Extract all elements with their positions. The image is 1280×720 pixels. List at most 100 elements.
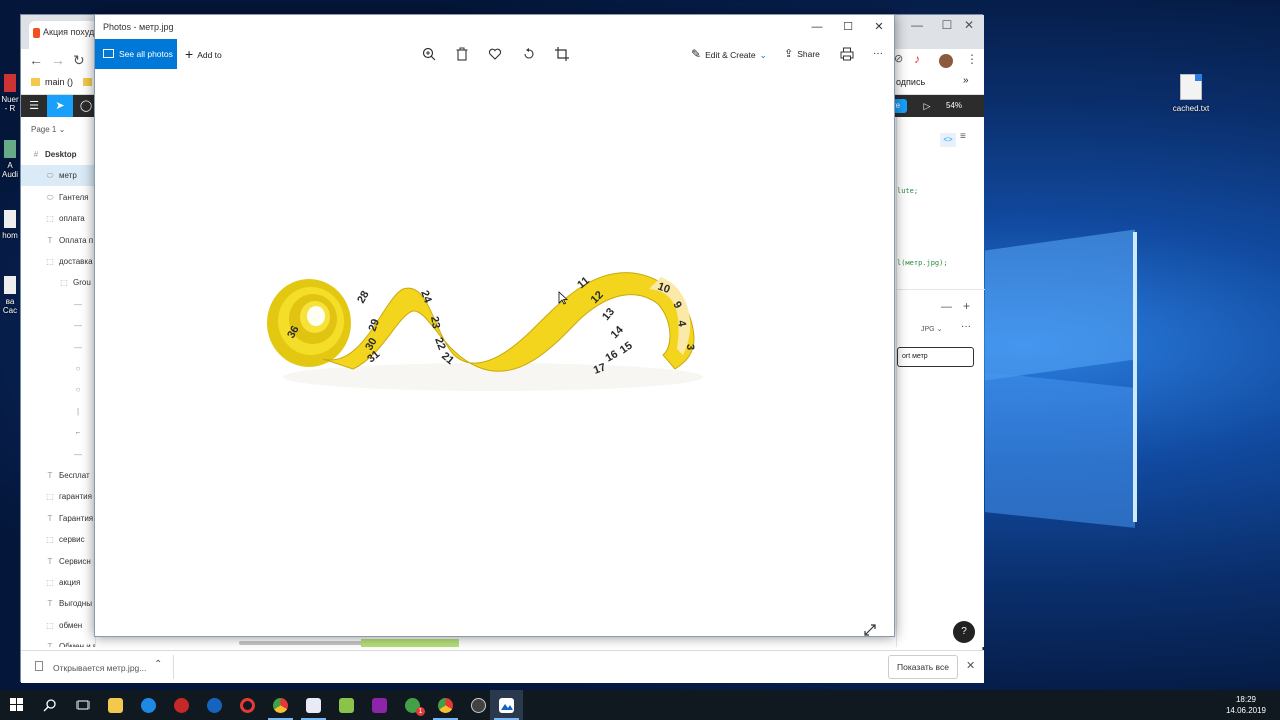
delete-icon[interactable]	[454, 46, 470, 62]
maximize-icon[interactable]: ☐	[832, 15, 864, 39]
start-button[interactable]	[0, 690, 33, 720]
download-item[interactable]: Открывается метр.jpg...	[53, 663, 146, 673]
code-view-icon[interactable]: <>	[940, 133, 956, 147]
desktop-icon-partial[interactable]: hom	[0, 210, 20, 240]
layer-item[interactable]: T Бесплат	[21, 465, 95, 486]
layer-item[interactable]: ○	[21, 379, 95, 400]
layer-item[interactable]: ⌐	[21, 422, 95, 443]
layer-label: Grou	[73, 278, 91, 288]
fullscreen-icon[interactable]	[863, 623, 877, 637]
window-title: Photos - метр.jpg	[103, 22, 174, 32]
file-explorer-icon[interactable]	[99, 690, 132, 720]
add-export-icon[interactable]: +	[963, 299, 970, 313]
show-all-button[interactable]: Показать все	[888, 655, 958, 679]
layer-item[interactable]: ⬚ сервис	[21, 529, 95, 550]
phpstorm-icon[interactable]	[363, 690, 396, 720]
desktop-icon-cached[interactable]: cached.txt	[1168, 74, 1214, 113]
layer-item[interactable]: ⬚ оплата	[21, 208, 95, 229]
layer-item[interactable]: ⬚ акция	[21, 572, 95, 593]
rotate-icon[interactable]	[521, 46, 537, 62]
layer-item[interactable]: |	[21, 401, 95, 422]
export-format-select[interactable]: JPG ⌄	[921, 325, 942, 333]
system-clock[interactable]: 18:29 14.06.2019	[1226, 694, 1266, 716]
export-button[interactable]: ort метр	[897, 347, 974, 367]
list-view-icon[interactable]: ≡	[960, 131, 966, 142]
code-panel: <> ≡ lute; l(метр.jpg); — + JPG ⌄ ··· or…	[896, 117, 985, 647]
file-icon	[4, 276, 16, 294]
layer-item[interactable]: ⬚ Grou	[21, 272, 95, 293]
owl-extension-icon[interactable]	[939, 54, 953, 68]
zoom-icon[interactable]	[421, 46, 437, 62]
more-bookmarks-icon[interactable]: »	[963, 75, 969, 86]
present-icon[interactable]: ▷	[914, 95, 940, 117]
zoom-level[interactable]: 54%	[946, 95, 962, 117]
move-tool-icon[interactable]: ➤	[47, 95, 73, 117]
chrome-menu-icon[interactable]: ⋮	[966, 52, 978, 66]
layer-item[interactable]: # Desktop	[21, 144, 95, 165]
folder-icon	[31, 78, 40, 86]
close-icon[interactable]: ✕	[949, 15, 989, 35]
file-icon	[4, 210, 16, 228]
layer-item[interactable]: T Выгодны	[21, 593, 95, 614]
layer-item[interactable]: ⬭ Гантеля	[21, 187, 95, 208]
layer-item[interactable]: —	[21, 294, 95, 315]
layer-item[interactable]: ⬭ метр	[21, 165, 95, 187]
layer-item[interactable]: —	[21, 315, 95, 336]
page-selector[interactable]: Page 1 ⌄	[31, 125, 65, 134]
app-icon[interactable]	[165, 690, 198, 720]
layer-item[interactable]: T Обмен и возврат	[21, 636, 95, 647]
layer-item[interactable]: —	[21, 444, 95, 465]
layer-item[interactable]: T Сервисн	[21, 551, 95, 572]
downloads-bar: Открывается метр.jpg... ⌃ Показать все ✕	[21, 650, 984, 683]
layer-item[interactable]: —	[21, 337, 95, 358]
layer-item[interactable]: T Гарантия	[21, 508, 95, 529]
forward-icon[interactable]: →	[51, 52, 65, 68]
layer-item[interactable]: ⬚ гарантия	[21, 486, 95, 507]
layer-type-icon: ⬚	[46, 535, 54, 545]
see-all-photos-button[interactable]: See all photos	[95, 39, 177, 69]
layer-label: гарантия	[59, 492, 92, 502]
more-options-button[interactable]: ···	[873, 39, 883, 69]
help-icon[interactable]: ?	[953, 621, 975, 643]
bookmark-item[interactable]: одпись	[896, 77, 925, 87]
layer-item[interactable]: ⬚ доставка	[21, 251, 95, 272]
close-icon[interactable]: ✕	[863, 15, 895, 39]
heart-icon[interactable]	[487, 46, 503, 62]
music-extension-icon[interactable]: ♪	[914, 52, 920, 66]
task-view-icon[interactable]	[66, 690, 99, 720]
reload-icon[interactable]: ↻	[73, 52, 85, 69]
edge-icon[interactable]	[132, 690, 165, 720]
search-icon[interactable]	[33, 690, 66, 720]
layer-item[interactable]: ⬚ обмен	[21, 615, 95, 636]
chevron-up-icon[interactable]: ⌃	[154, 659, 162, 670]
share-button[interactable]: ⇪ Share	[784, 39, 820, 69]
extension-icon[interactable]: ⊘	[894, 52, 903, 65]
share-button[interactable]: re	[893, 99, 907, 113]
menu-icon[interactable]: ☰	[21, 95, 47, 117]
firefox-icon[interactable]	[198, 690, 231, 720]
edit-create-button[interactable]: ✎ Edit & Create ⌄	[691, 39, 767, 69]
code-line: lute;	[897, 187, 919, 195]
export-more-icon[interactable]: ···	[961, 321, 971, 332]
notepad-icon[interactable]	[330, 690, 363, 720]
layer-item[interactable]: T Оплата п	[21, 230, 95, 251]
crop-icon[interactable]	[554, 46, 570, 62]
bookmark-main[interactable]: main ()	[45, 77, 73, 87]
desktop-icon-partial[interactable]: A Audi	[0, 140, 20, 179]
minimize-icon[interactable]: —	[801, 15, 833, 39]
layer-type-icon: —	[74, 321, 82, 331]
chrome-icon[interactable]	[264, 690, 297, 720]
close-icon[interactable]: ✕	[966, 659, 975, 672]
back-icon[interactable]: ←	[29, 52, 43, 68]
print-icon[interactable]	[839, 46, 855, 62]
whatsapp-icon[interactable]: 1	[396, 690, 429, 720]
desktop-icon-partial[interactable]: ва Cac	[0, 276, 20, 315]
layer-item[interactable]: ○	[21, 358, 95, 379]
opera-icon[interactable]	[231, 690, 264, 720]
photos-icon[interactable]	[490, 690, 523, 720]
remove-export-icon[interactable]: —	[941, 301, 952, 313]
desktop-icon-partial[interactable]: Nuer - R	[0, 74, 20, 113]
vscode-icon[interactable]	[297, 690, 330, 720]
add-to-button[interactable]: + Add to	[185, 39, 222, 69]
chrome-icon[interactable]	[429, 690, 462, 720]
